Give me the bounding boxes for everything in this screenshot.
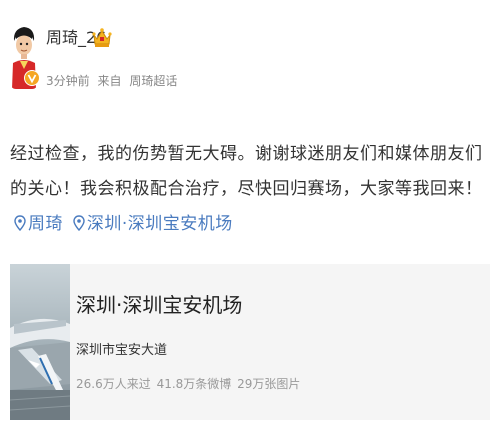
location-pin-icon [14,215,26,231]
post-content: 经过检查，我的伤势暂无大碍。谢谢球迷朋友们和媒体朋友们的关心！我会积极配合治疗，… [10,137,490,242]
location-title: 深圳·深圳宝安机场 [76,293,243,317]
photo-count: 29万张图片 [237,377,301,391]
mention-label: 周琦 [28,214,63,234]
airport-photo [10,264,70,420]
post-source[interactable]: 周琦超话 [129,74,177,88]
airport-image [10,264,70,420]
post-meta: 3分钟前 来自 周琦超话 [46,73,181,89]
post-count: 41.8万条微博 [156,377,232,391]
post-time[interactable]: 3分钟前 [46,74,90,88]
vip-badge-icon [24,70,40,86]
mention-link[interactable]: 周琦 [10,214,69,234]
location-address: 深圳市宝安大道 [76,343,168,358]
crown-icon[interactable] [91,25,113,49]
location-pin-icon [73,215,85,231]
location-link-label: 深圳·深圳宝安机场 [86,214,233,234]
source-prefix: 来自 [97,74,122,88]
location-stats: 26.6万人来过 41.8万条微博 29万张图片 [76,376,302,392]
location-card[interactable]: 深圳·深圳宝安机场 深圳市宝安大道 26.6万人来过 41.8万条微博 29万张… [10,264,490,420]
post-body-text: 经过检查，我的伤势暂无大碍。谢谢球迷朋友们和媒体朋友们的关心！我会积极配合治疗，… [10,144,483,199]
visitor-count: 26.6万人来过 [76,377,151,391]
location-link[interactable]: 深圳·深圳宝安机场 [69,214,233,234]
